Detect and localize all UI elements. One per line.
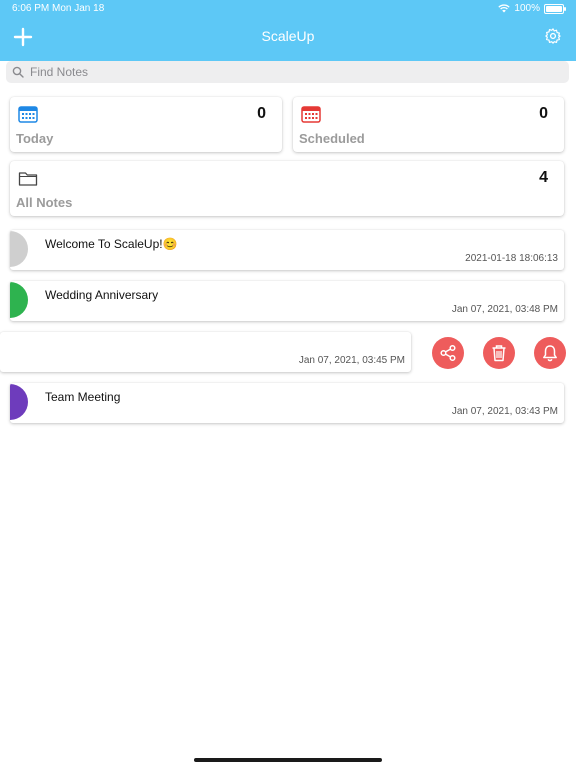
battery-icon <box>544 3 566 14</box>
share-icon <box>440 344 456 362</box>
wifi-icon <box>498 4 511 13</box>
all-notes-label: All Notes <box>16 195 73 210</box>
note-item-wedding[interactable]: Wedding Anniversary Jan 07, 2021, 03:48 … <box>10 281 564 321</box>
note-color-marker <box>10 231 28 267</box>
gear-icon[interactable] <box>544 27 562 45</box>
note-item-swiped[interactable]: Jan 07, 2021, 03:45 PM <box>0 332 411 372</box>
today-card[interactable]: 0 Today <box>10 97 282 152</box>
status-date: Mon Jan 18 <box>52 3 105 14</box>
share-button[interactable] <box>432 337 464 369</box>
battery-percent: 100% <box>514 3 540 14</box>
note-color-marker <box>10 384 28 420</box>
all-notes-count: 4 <box>539 169 548 186</box>
page-title: ScaleUp <box>261 28 315 44</box>
today-label: Today <box>16 131 54 146</box>
scheduled-count: 0 <box>539 105 548 122</box>
trash-icon <box>492 345 506 362</box>
note-item-team-meeting[interactable]: Team Meeting Jan 07, 2021, 03:43 PM <box>10 383 564 423</box>
note-date: Jan 07, 2021, 03:43 PM <box>451 406 558 417</box>
note-date: Jan 07, 2021, 03:48 PM <box>451 304 558 315</box>
note-title: Wedding Anniversary <box>45 288 159 302</box>
note-color-marker <box>10 282 28 318</box>
folder-icon <box>18 172 38 186</box>
scheduled-card[interactable]: 0 Scheduled <box>293 97 564 152</box>
bell-icon <box>543 345 557 362</box>
all-notes-card[interactable]: 4 All Notes <box>10 161 564 216</box>
delete-button[interactable] <box>483 337 515 369</box>
note-title: Team Meeting <box>45 390 121 404</box>
status-indicators: 100% <box>498 3 566 14</box>
calendar-icon <box>18 106 38 123</box>
search-icon <box>12 66 24 78</box>
home-indicator[interactable] <box>194 758 382 762</box>
app-header: 6:06 PM Mon Jan 18 100% ScaleUp <box>0 0 576 61</box>
reminder-button[interactable] <box>534 337 566 369</box>
note-item-welcome[interactable]: Welcome To ScaleUp!😊 2021-01-18 18:06:13 <box>10 230 564 270</box>
status-time: 6:06 PM <box>12 3 50 14</box>
note-title: Welcome To ScaleUp!😊 <box>45 237 178 251</box>
search-placeholder: Find Notes <box>30 65 89 79</box>
today-count: 0 <box>257 105 266 122</box>
calendar-icon <box>301 106 321 123</box>
note-date: 2021-01-18 18:06:13 <box>465 253 558 264</box>
note-date: Jan 07, 2021, 03:45 PM <box>298 355 405 366</box>
search-input[interactable]: Find Notes <box>6 61 569 83</box>
scheduled-label: Scheduled <box>299 131 365 146</box>
